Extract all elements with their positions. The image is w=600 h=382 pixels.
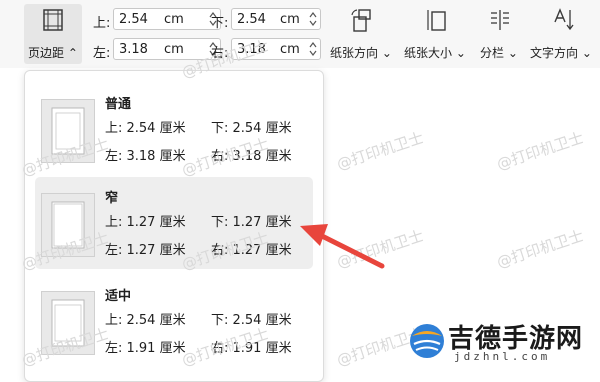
top-margin-label: 上: <box>93 16 111 31</box>
orientation-label: 纸张方向 ⌄ <box>330 46 392 60</box>
site-logo: 吉德手游网 jdzhnl.com <box>408 316 600 368</box>
columns-icon <box>491 10 509 30</box>
watermark: @打印机卫士 <box>334 128 426 174</box>
preset-top: 上: 1.27 厘米 <box>105 215 186 230</box>
top-margin-field[interactable]: 2.54 cm <box>113 8 221 30</box>
preset-bottom: 下: 1.27 厘米 <box>211 215 292 230</box>
preset-left: 左: 1.91 厘米 <box>105 341 186 356</box>
bottom-margin-unit: cm <box>280 12 300 27</box>
logo-domain: jdzhnl.com <box>454 350 551 363</box>
page-margins-icon <box>43 9 63 31</box>
columns-button[interactable]: 分栏 ⌄ <box>478 4 522 64</box>
margins-button[interactable]: 页边距 ⌃ <box>24 4 82 64</box>
text-direction-label: 文字方向 ⌄ <box>530 46 592 60</box>
spinner-arrows-icon[interactable] <box>308 40 318 58</box>
ribbon-toolbar: 页边距 ⌃ 上: 2.54 cm 左: 3.18 cm 下: 2.54 cm 右… <box>0 0 600 68</box>
preset-name: 窄 <box>105 191 119 206</box>
top-margin-unit: cm <box>164 12 184 27</box>
orientation-button[interactable]: 纸张方向 ⌄ <box>330 4 396 64</box>
columns-label: 分栏 ⌄ <box>480 46 518 60</box>
page-orientation-icon <box>351 9 371 32</box>
right-margin-unit: cm <box>280 42 300 57</box>
preset-bottom: 下: 2.54 厘米 <box>211 313 292 328</box>
watermark: @打印机卫士 <box>494 226 586 272</box>
preset-name: 适中 <box>105 289 132 304</box>
paper-size-label: 纸张大小 ⌄ <box>404 46 466 60</box>
watermark: @打印机卫士 <box>494 128 586 174</box>
fish-logo-icon <box>410 324 444 358</box>
bottom-margin-field[interactable]: 2.54 cm <box>231 8 321 30</box>
preset-top: 上: 2.54 厘米 <box>105 121 186 136</box>
spinner-arrows-icon[interactable] <box>308 10 318 28</box>
left-margin-unit: cm <box>164 42 184 57</box>
text-direction-button[interactable]: 文字方向 ⌄ <box>530 4 598 64</box>
bottom-margin-value: 2.54 <box>237 12 266 27</box>
bottom-margin-label: 下: <box>211 16 229 31</box>
text-direction-icon <box>554 8 574 31</box>
preset-top: 上: 2.54 厘米 <box>105 313 186 328</box>
margins-button-label: 页边距 ⌃ <box>28 46 78 60</box>
top-margin-value: 2.54 <box>119 12 148 27</box>
preset-left: 左: 1.27 厘米 <box>105 243 186 258</box>
left-margin-value: 3.18 <box>119 42 148 57</box>
paper-size-icon <box>427 10 446 31</box>
preset-bottom: 下: 2.54 厘米 <box>211 121 292 136</box>
left-margin-label: 左: <box>93 46 111 61</box>
preset-name: 普通 <box>105 97 132 112</box>
preset-left: 左: 3.18 厘米 <box>105 149 186 164</box>
annotation-arrow-icon <box>300 224 385 269</box>
paper-size-button[interactable]: 纸张大小 ⌄ <box>404 4 470 64</box>
